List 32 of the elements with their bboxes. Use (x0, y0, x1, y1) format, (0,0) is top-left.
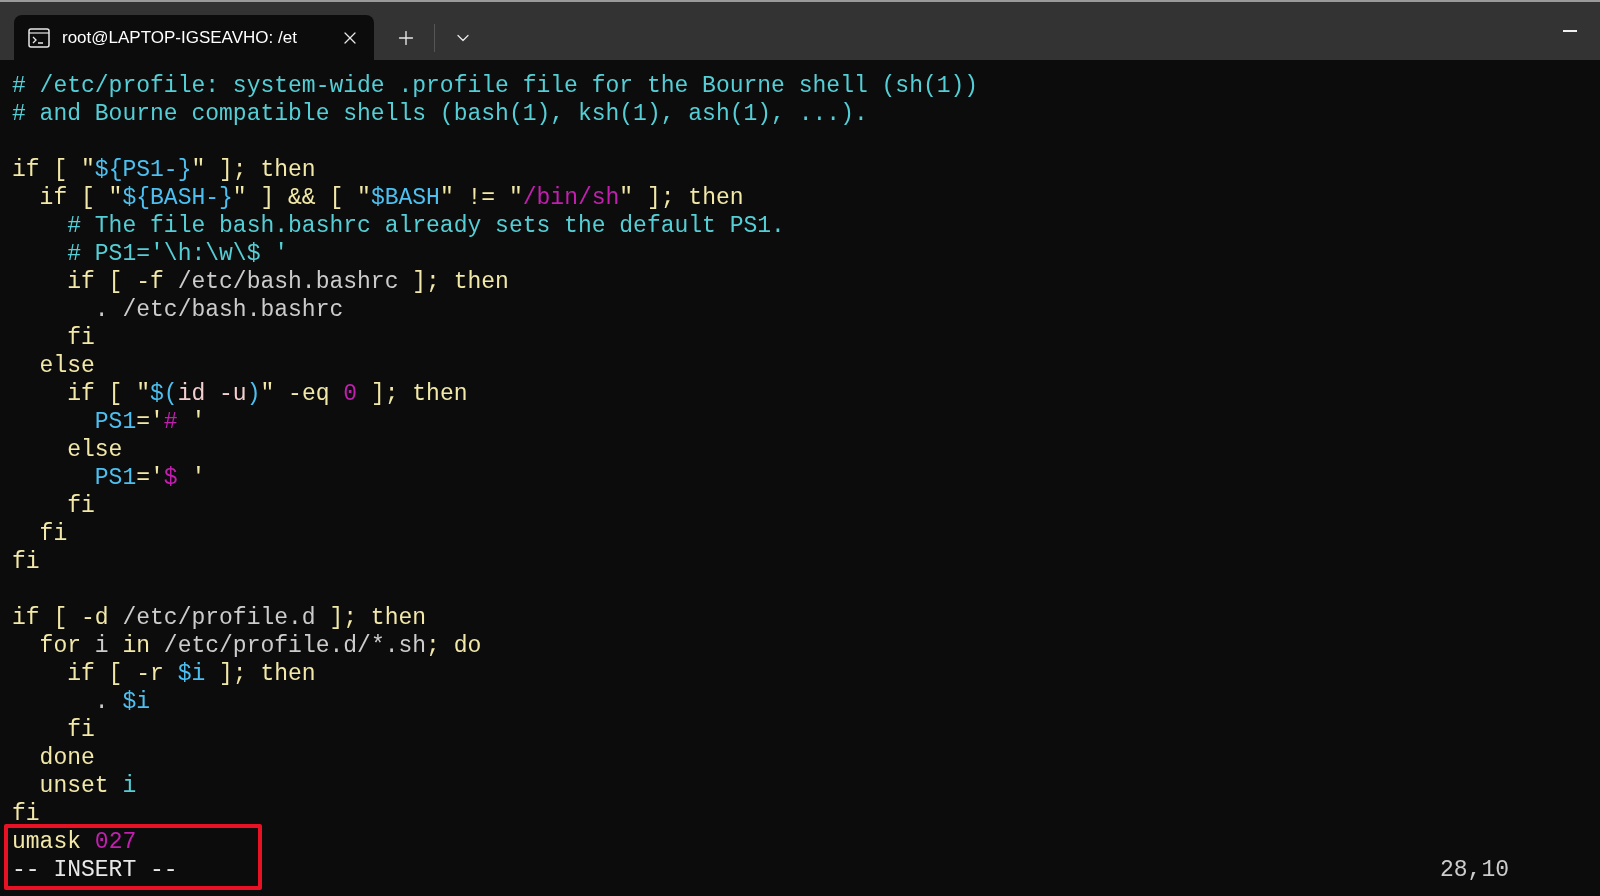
code-line: PS1='$ ' (93, 464, 206, 492)
code-line: if [ -d /etc/profile.d ]; then (12, 604, 427, 632)
code-line: fi (66, 492, 95, 520)
mode-indicator: -- INSERT -- (12, 856, 178, 884)
console-icon (28, 27, 50, 48)
code-line: PS1='# ' (93, 408, 206, 436)
code-line: # PS1='\h:\w\$ ' (66, 240, 289, 268)
code-line: done (38, 744, 95, 772)
code-line: umask 027 (12, 828, 137, 856)
code-line: if [ -f /etc/bash.bashrc ]; then (66, 268, 509, 296)
code-line: . /etc/bash.bashrc (93, 296, 344, 324)
terminal-tab[interactable]: root@LAPTOP-IGSEAVHO: /et (14, 15, 374, 60)
code-line: fi (12, 800, 40, 828)
tab-title: root@LAPTOP-IGSEAVHO: /et (62, 26, 298, 49)
code-line: for i in /etc/profile.d/*.sh; do (38, 632, 482, 660)
code-line: fi (66, 716, 95, 744)
code-line: fi (38, 520, 68, 548)
code-line: if [ "$(id -u)" -eq 0 ]; then (66, 380, 468, 408)
code-line: unset i (38, 772, 137, 800)
code-line: if [ "${BASH-}" ] && [ "$BASH" != "/bin/sh" ]; then (38, 184, 744, 212)
code-line: if [ "${PS1-}" ]; then (12, 156, 316, 184)
code-line: else (38, 352, 95, 380)
code-line: # /etc/profile: system-wide .profile file for the Bourne shell (sh(1)) (12, 72, 979, 100)
code-line: else (66, 436, 123, 464)
code-line: . $i (93, 688, 151, 716)
code-line: # The file bash.bashrc already sets the default PS1. (66, 212, 785, 240)
minimize-icon (1563, 29, 1577, 32)
code-line: fi (12, 548, 40, 576)
code-line: if [ -r $i ]; then (66, 660, 316, 688)
code-line: fi (66, 324, 95, 352)
cursor-position: 28,10 (1440, 856, 1509, 884)
code-line: # and Bourne compatible shells (bash(1), ksh(1), ash(1), ...). (12, 100, 868, 128)
